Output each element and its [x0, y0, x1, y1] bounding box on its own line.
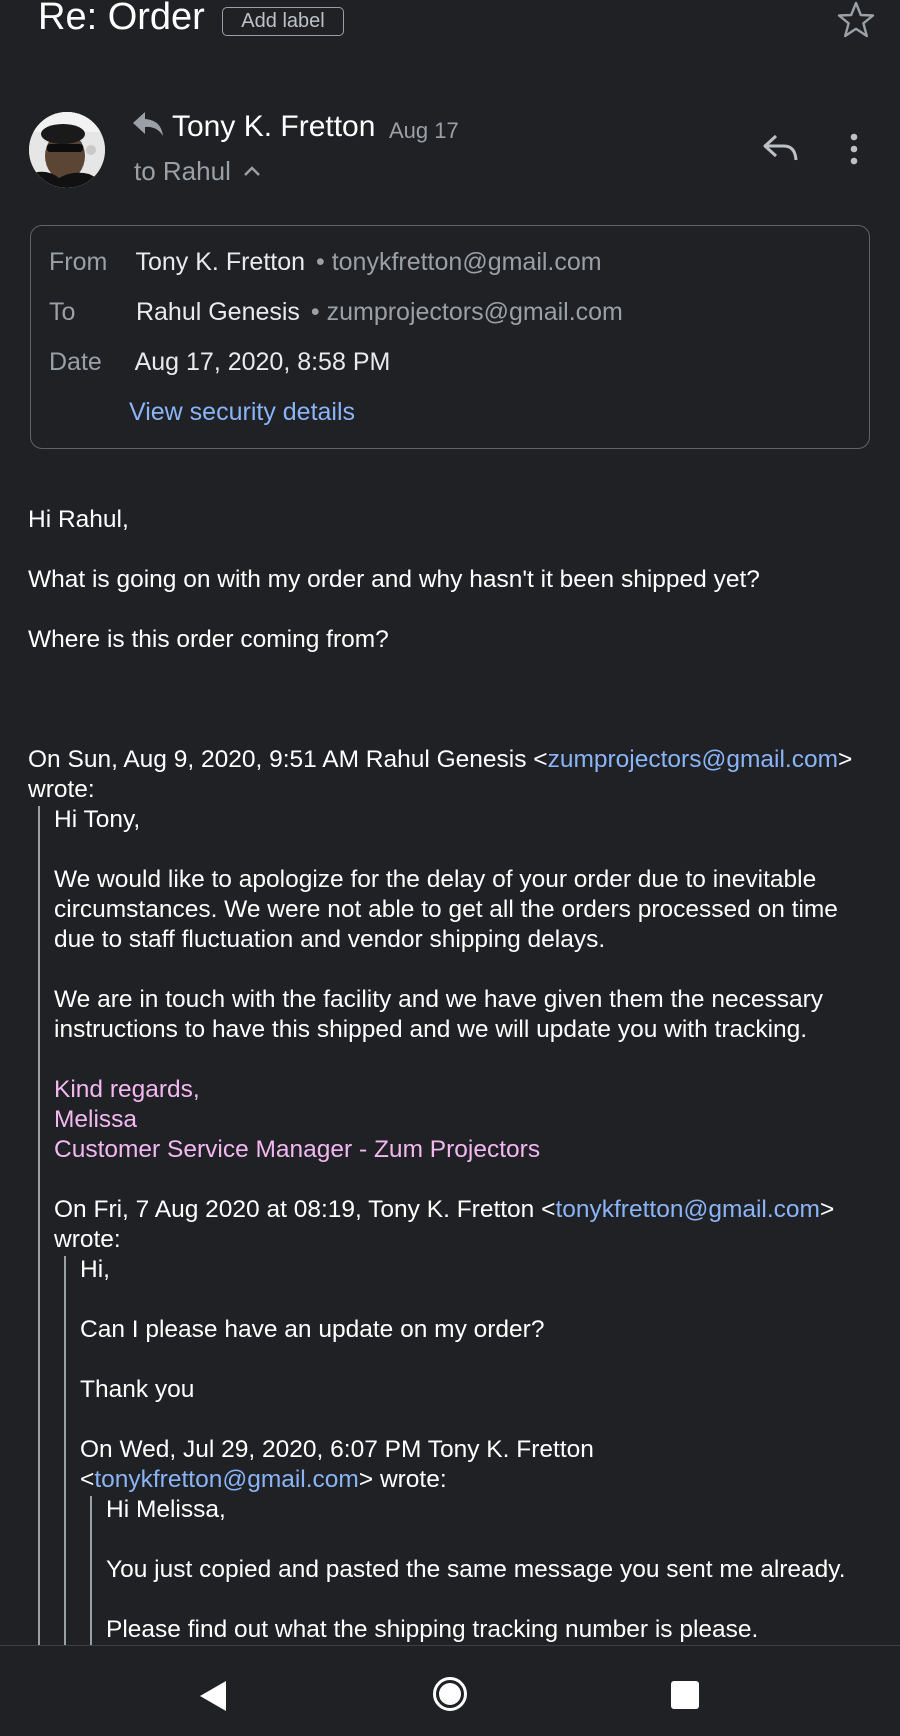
- quote-line: We are in touch with the facility and we…: [54, 986, 823, 1013]
- quote-header-email[interactable]: tonykfretton@gmail.com: [94, 1466, 359, 1493]
- quote-line: due to staff fluctuation and vendor ship…: [54, 926, 606, 953]
- quote-header: On Fri, 7 Aug 2020 at 08:19, Tony K. Fre…: [54, 1195, 834, 1225]
- body-line: What is going on with my order and why h…: [28, 566, 760, 593]
- quote-header-text: On Fri, 7 Aug 2020 at 08:19, Tony K. Fre…: [54, 1196, 556, 1223]
- quote-header-text: <: [80, 1466, 95, 1493]
- quote-greeting: Hi,: [80, 1256, 110, 1283]
- quote-line: Thank you: [80, 1376, 195, 1403]
- body-greeting: Hi Rahul,: [28, 506, 129, 533]
- nav-recents-icon[interactable]: [671, 1681, 699, 1709]
- quote-wrote: wrote:: [54, 1226, 121, 1253]
- quote-bar: [64, 1256, 66, 1645]
- signature-line: Customer Service Manager - Zum Projector…: [54, 1136, 541, 1163]
- quote-line: We would like to apologize for the delay…: [54, 866, 817, 893]
- quote-line: Please find out what the shipping tracki…: [106, 1616, 759, 1643]
- quote-bar: [38, 806, 40, 1645]
- quote-header-text: >: [819, 1196, 835, 1223]
- quote-header-text: >: [837, 746, 853, 773]
- quote-wrote: wrote:: [28, 776, 95, 803]
- quote-line: instructions to have this shipped and we…: [54, 1016, 808, 1043]
- nav-home-icon[interactable]: [432, 1676, 468, 1712]
- quote-header: On Wed, Jul 29, 2020, 6:07 PM Tony K. Fr…: [80, 1436, 594, 1463]
- quote-greeting: Hi Melissa,: [106, 1496, 226, 1523]
- quote-header-text: On Sun, Aug 9, 2020, 9:51 AM Rahul Genes…: [28, 746, 548, 773]
- signature-line: Kind regards,: [54, 1076, 200, 1103]
- quote-line: Can I please have an update on my order?: [80, 1316, 545, 1343]
- quote-line: You just copied and pasted the same mess…: [106, 1556, 846, 1583]
- signature-line: Melissa: [54, 1106, 138, 1133]
- quote-header-email[interactable]: zumprojectors@gmail.com: [548, 746, 838, 773]
- quote-header-text: > wrote:: [358, 1466, 447, 1493]
- system-nav-bar: [0, 1645, 900, 1736]
- body-line: Where is this order coming from?: [28, 626, 389, 653]
- quote-line: circumstances. We were not able to get a…: [54, 896, 838, 923]
- quote-greeting: Hi Tony,: [54, 806, 141, 833]
- nav-back-icon[interactable]: [196, 1679, 230, 1713]
- message-body: Hi Rahul, What is going on with my order…: [0, 0, 900, 1645]
- quote-header: <tonykfretton@gmail.com> wrote:: [80, 1465, 447, 1495]
- quote-header-email[interactable]: tonykfretton@gmail.com: [555, 1196, 820, 1223]
- quote-header: On Sun, Aug 9, 2020, 9:51 AM Rahul Genes…: [28, 745, 852, 775]
- quote-bar: [90, 1496, 92, 1645]
